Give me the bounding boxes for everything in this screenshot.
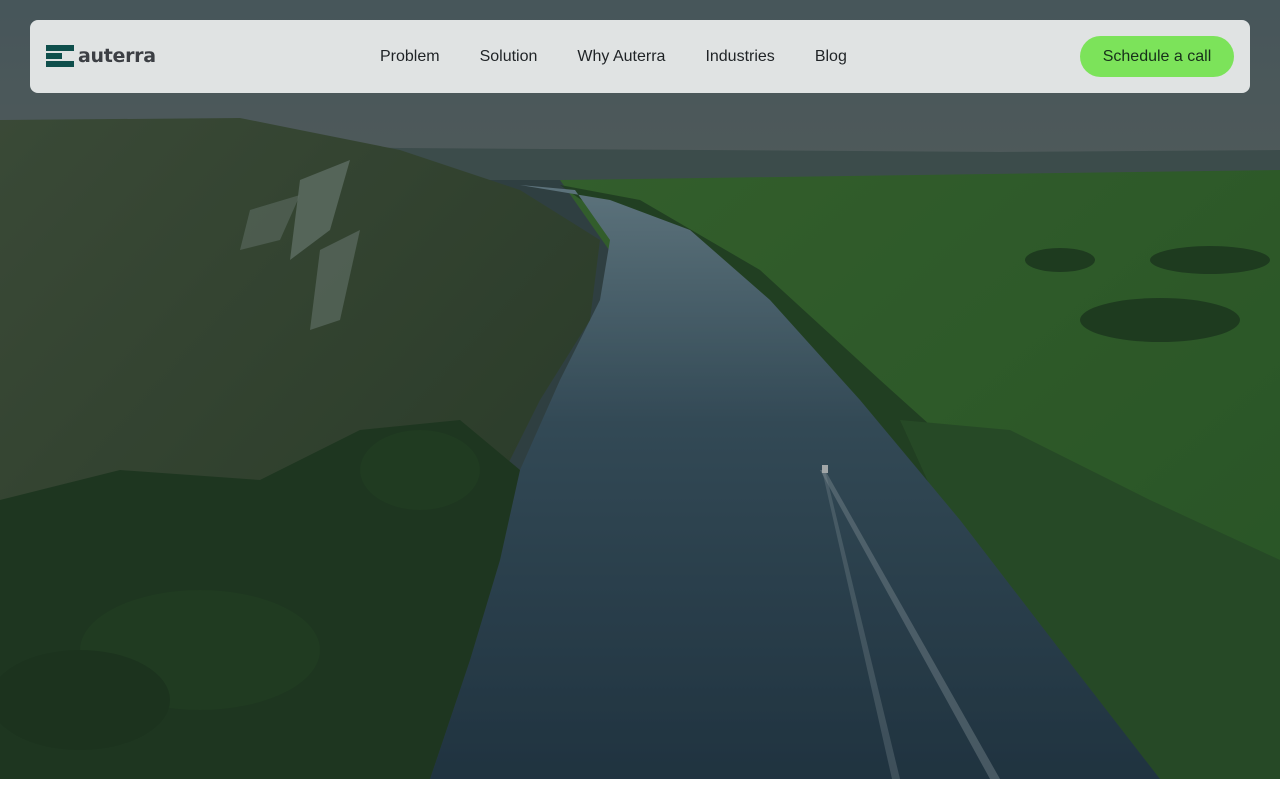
nav-item-why-auterra[interactable]: Why Auterra: [577, 48, 665, 65]
brand-logo-link[interactable]: auterra: [46, 44, 156, 68]
nav-item-industries[interactable]: Industries: [705, 48, 774, 65]
brand-name: auterra: [78, 45, 156, 67]
main-nav: Problem Solution Why Auterra Industries …: [360, 20, 867, 93]
nav-item-problem[interactable]: Problem: [380, 48, 440, 65]
stacked-bars-logo-icon: [46, 45, 74, 67]
hero-background-image: [0, 0, 1280, 779]
top-navbar: auterra Problem Solution Why Auterra Ind…: [30, 20, 1250, 93]
nav-item-solution[interactable]: Solution: [480, 48, 538, 65]
nav-item-blog[interactable]: Blog: [815, 48, 847, 65]
schedule-call-button[interactable]: Schedule a call: [1080, 36, 1234, 77]
